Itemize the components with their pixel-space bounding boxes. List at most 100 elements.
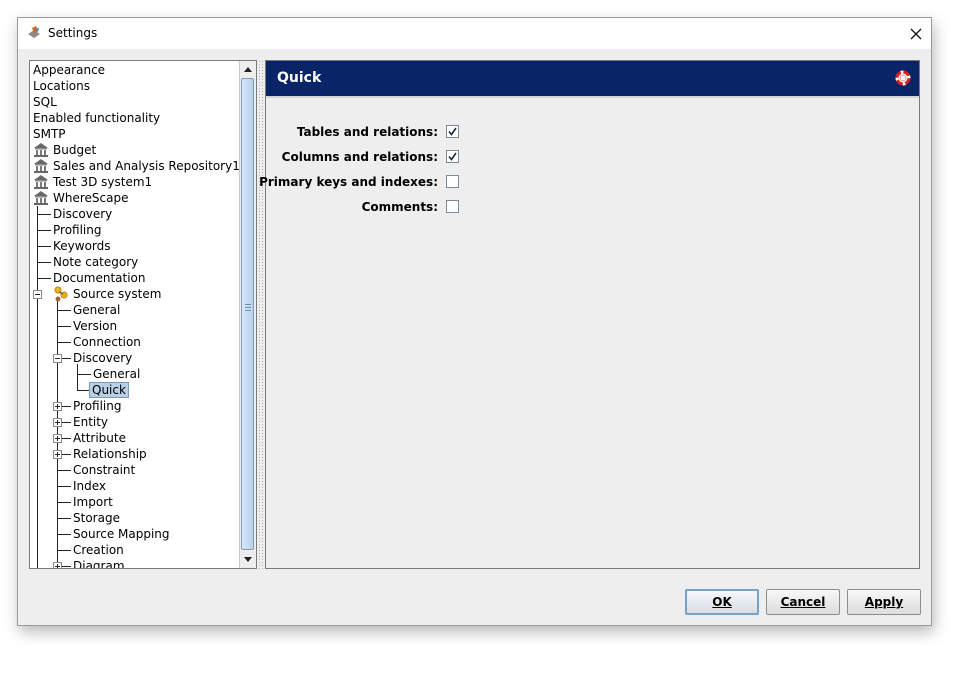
scroll-down-button[interactable] bbox=[240, 551, 256, 567]
tree-item-label: Note category bbox=[53, 255, 139, 269]
tree-item-label: Connection bbox=[73, 335, 141, 349]
collapse-toggle-icon[interactable] bbox=[53, 354, 62, 363]
close-icon bbox=[910, 28, 922, 39]
tree-item[interactable]: Discovery bbox=[71, 350, 134, 366]
tree-item[interactable]: Index bbox=[71, 478, 108, 494]
tree-connector bbox=[37, 214, 51, 215]
tree-item[interactable]: Profiling bbox=[71, 398, 124, 414]
tree-connector bbox=[37, 246, 51, 247]
tree-item[interactable]: Storage bbox=[71, 510, 122, 526]
tree-connector bbox=[62, 438, 71, 439]
tree-item[interactable]: Creation bbox=[71, 542, 126, 558]
scroll-up-button[interactable] bbox=[240, 61, 256, 77]
tree-connector bbox=[77, 390, 89, 391]
expand-toggle-icon[interactable] bbox=[53, 562, 62, 568]
tree-item-label: Enabled functionality bbox=[33, 111, 161, 125]
comments-checkbox[interactable] bbox=[446, 200, 459, 213]
tree-item[interactable]: Entity bbox=[71, 414, 110, 430]
tree-item[interactable]: Note category bbox=[51, 254, 140, 270]
tree-item-label: Version bbox=[73, 319, 118, 333]
primary-keys-indexes-checkbox[interactable] bbox=[446, 175, 459, 188]
window-title: Settings bbox=[48, 26, 98, 40]
tree-item[interactable]: Attribute bbox=[71, 430, 128, 446]
tree-item[interactable]: Keywords bbox=[51, 238, 113, 254]
tree-item-label: Constraint bbox=[73, 463, 136, 477]
tree-item-label: Discovery bbox=[73, 351, 133, 365]
tree-item[interactable]: Locations bbox=[31, 78, 92, 94]
tree-connector bbox=[62, 358, 71, 359]
tree-item[interactable]: Sales and Analysis Repository1 bbox=[51, 158, 240, 174]
tree-item[interactable]: SMTP bbox=[31, 126, 68, 142]
tree-connector bbox=[37, 278, 51, 279]
tree-item[interactable]: Connection bbox=[71, 334, 143, 350]
apply-button[interactable]: Apply bbox=[847, 589, 921, 615]
tree-item[interactable]: General bbox=[91, 366, 142, 382]
tree-connector bbox=[62, 454, 71, 455]
tree-item-label: Index bbox=[73, 479, 107, 493]
settings-dialog: Settings Appearance Locations SQL Enabled f… bbox=[17, 17, 932, 626]
page-title: Quick bbox=[277, 70, 322, 86]
option-label-primary-keys: Primary keys and indexes: bbox=[259, 175, 438, 189]
tree-item[interactable]: SQL bbox=[31, 94, 59, 110]
settings-tree: Appearance Locations SQL Enabled functional… bbox=[29, 60, 257, 569]
tree-item[interactable]: Version bbox=[71, 318, 119, 334]
tree-item-label: SMTP bbox=[33, 127, 66, 141]
tree-connector bbox=[77, 374, 91, 375]
tree-connector bbox=[57, 342, 71, 343]
tree-item[interactable]: Source Mapping bbox=[71, 526, 172, 542]
tree-connector bbox=[57, 470, 71, 471]
content-header: Quick bbox=[266, 61, 919, 98]
tree-item[interactable]: Source system bbox=[71, 286, 163, 302]
arrow-up-icon bbox=[244, 66, 252, 72]
cancel-button[interactable]: Cancel bbox=[766, 589, 840, 615]
expand-toggle-icon[interactable] bbox=[53, 434, 62, 443]
tree-item[interactable]: Appearance bbox=[31, 62, 107, 78]
expand-toggle-icon[interactable] bbox=[53, 450, 62, 459]
close-button[interactable] bbox=[901, 18, 931, 49]
tree-item[interactable]: Profiling bbox=[51, 222, 104, 238]
tree-item-label: Budget bbox=[53, 143, 97, 157]
tree-item[interactable]: Documentation bbox=[51, 270, 148, 286]
tree-item-label: Documentation bbox=[53, 271, 146, 285]
tree-item[interactable]: WhereScape bbox=[51, 190, 130, 206]
option-label-columns: Columns and relations: bbox=[281, 150, 438, 164]
tree-item-label: Storage bbox=[73, 511, 120, 525]
columns-relations-checkbox[interactable] bbox=[446, 150, 459, 163]
tree-item-label: WhereScape bbox=[53, 191, 129, 205]
expand-toggle-icon[interactable] bbox=[53, 402, 62, 411]
tree-item[interactable]: Constraint bbox=[71, 462, 137, 478]
tree-item[interactable]: Discovery bbox=[51, 206, 114, 222]
tree-item-label: Attribute bbox=[73, 431, 126, 445]
scrollbar-thumb[interactable] bbox=[241, 78, 254, 550]
repository-icon bbox=[33, 174, 49, 190]
tree-item[interactable]: Budget bbox=[51, 142, 98, 158]
tables-relations-checkbox[interactable] bbox=[446, 125, 459, 138]
tree-item[interactable]: Enabled functionality bbox=[31, 110, 162, 126]
tree-item[interactable]: Diagram bbox=[71, 558, 127, 568]
tree-item[interactable]: Import bbox=[71, 494, 115, 510]
tree-item[interactable]: Test 3D system1 bbox=[51, 174, 154, 190]
tree-connector bbox=[62, 422, 71, 423]
tree-connector bbox=[37, 206, 38, 568]
tree-connector bbox=[62, 566, 71, 567]
tree-connector bbox=[37, 230, 51, 231]
ok-button[interactable]: OK bbox=[685, 589, 759, 615]
expand-toggle-icon[interactable] bbox=[53, 418, 62, 427]
help-lifebuoy-icon[interactable] bbox=[895, 70, 911, 86]
tree-item-label: General bbox=[73, 303, 121, 317]
option-label-comments: Comments: bbox=[361, 200, 438, 214]
tree-item[interactable]: General bbox=[71, 302, 122, 318]
tree-item[interactable]: Quick bbox=[89, 382, 129, 398]
tree-scrollbar[interactable] bbox=[239, 61, 256, 568]
tree-connector bbox=[57, 502, 71, 503]
collapse-toggle-icon[interactable] bbox=[33, 290, 42, 299]
tree-connector bbox=[57, 518, 71, 519]
tree-item[interactable]: Relationship bbox=[71, 446, 149, 462]
settings-content: Quick Tables and relations: Columns and … bbox=[259, 60, 920, 569]
tree-item-label: Diagram bbox=[73, 559, 125, 568]
panel-splitter[interactable] bbox=[258, 60, 263, 569]
repository-icon bbox=[33, 158, 49, 174]
option-label-tables: Tables and relations: bbox=[296, 125, 438, 139]
arrow-down-icon bbox=[244, 556, 252, 562]
tree-connector bbox=[57, 486, 71, 487]
